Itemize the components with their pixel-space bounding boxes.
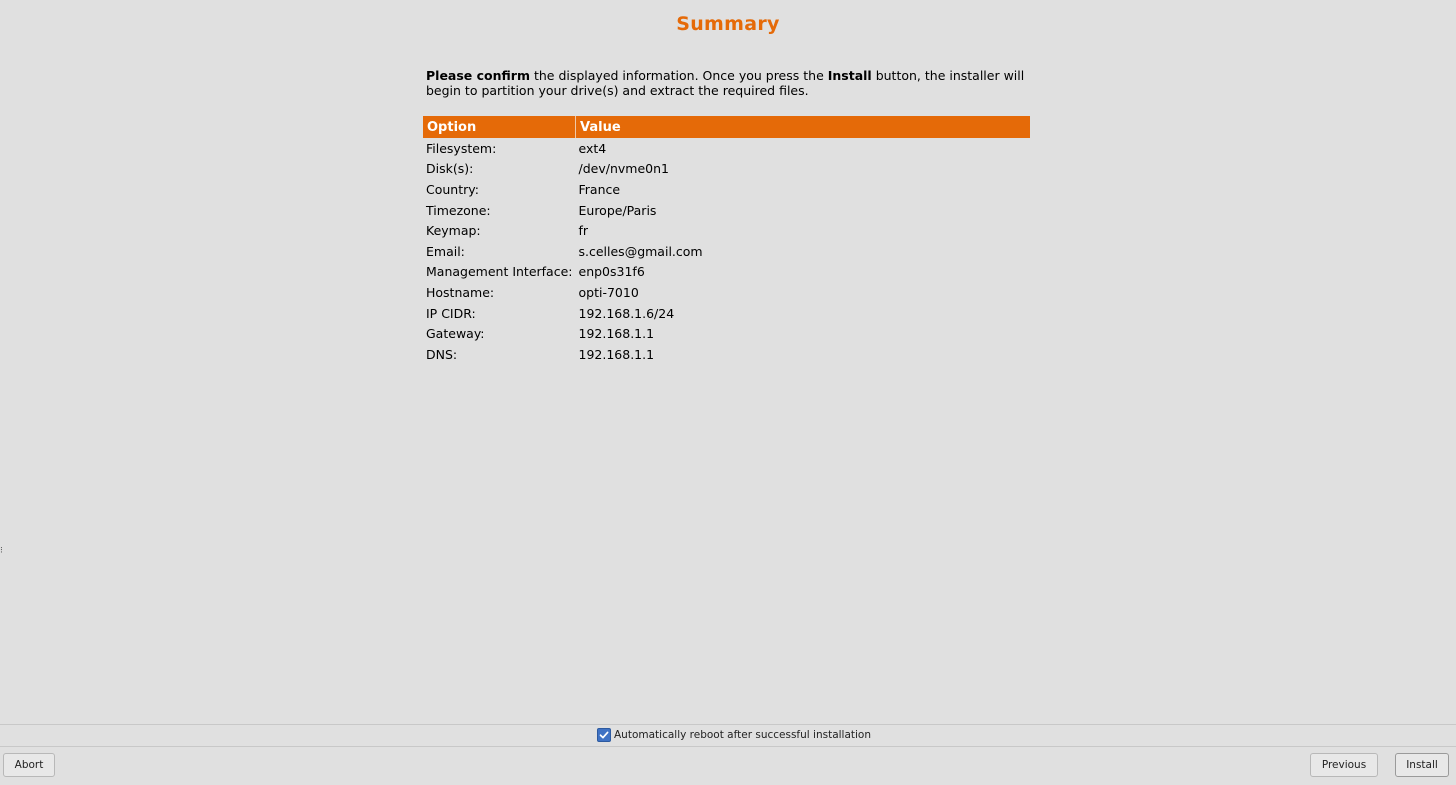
table-row-dns: DNS: 192.168.1.1 <box>423 344 1030 365</box>
table-row-hostname: Hostname: opti-7010 <box>423 282 1030 303</box>
table-row-timezone: Timezone: Europe/Paris <box>423 200 1030 221</box>
option-cell: Disk(s): <box>426 161 474 177</box>
option-cell: Hostname: <box>426 284 495 300</box>
intro-text-part1: the displayed information. Once you pres… <box>529 68 828 83</box>
value-cell: enp0s31f6 <box>578 264 645 280</box>
option-cell: Country: <box>426 181 479 197</box>
column-header-value: Value <box>575 116 1030 138</box>
option-cell: Gateway: <box>426 326 485 342</box>
option-cell: DNS: <box>426 346 458 362</box>
value-cell: France <box>578 181 621 197</box>
page-title: Summary <box>676 13 780 35</box>
value-cell: Europe/Paris <box>578 202 657 218</box>
value-cell: ext4 <box>578 140 607 156</box>
abort-button[interactable]: Abort <box>3 753 55 777</box>
summary-table: Option Value Filesystem: ext4 Disk(s): /… <box>423 116 1030 365</box>
table-row-disks: Disk(s): /dev/nvme0n1 <box>423 159 1030 180</box>
table-row-filesystem: Filesystem: ext4 <box>423 138 1030 159</box>
reboot-checkbox[interactable]: Automatically reboot after successful in… <box>597 728 871 742</box>
column-header-option: Option <box>423 116 576 138</box>
options-bar: Automatically reboot after successful in… <box>0 724 1456 747</box>
option-cell: Management Interface: <box>426 264 573 280</box>
value-cell: opti-7010 <box>578 284 639 300</box>
checkbox-checked-icon[interactable] <box>597 728 611 742</box>
reboot-label: Automatically reboot after successful in… <box>614 729 872 741</box>
value-cell: 192.168.1.1 <box>578 326 655 342</box>
option-cell: Keymap: <box>426 223 481 239</box>
intro-bold-confirm: Please confirm <box>426 68 530 83</box>
table-header-row: Option Value <box>423 116 1030 138</box>
option-cell: IP CIDR: <box>426 305 476 321</box>
intro-bold-install: Install <box>827 68 872 83</box>
intro-text: Please confirm the displayed information… <box>426 68 1026 98</box>
value-cell: /dev/nvme0n1 <box>578 161 669 177</box>
table-row-gateway: Gateway: 192.168.1.1 <box>423 323 1030 344</box>
value-cell: 192.168.1.6/24 <box>578 305 675 321</box>
value-cell: fr <box>578 223 589 239</box>
table-row-keymap: Keymap: fr <box>423 220 1030 241</box>
value-cell: 192.168.1.1 <box>578 346 655 362</box>
table-row-email: Email: s.celles@gmail.com <box>423 241 1030 262</box>
option-cell: Timezone: <box>426 202 491 218</box>
resize-handle-icon[interactable]: ⁝ <box>0 546 3 556</box>
previous-button[interactable]: Previous <box>1310 753 1378 777</box>
table-row-country: Country: France <box>423 179 1030 200</box>
option-cell: Filesystem: <box>426 140 497 156</box>
table-row-ip-cidr: IP CIDR: 192.168.1.6/24 <box>423 303 1030 324</box>
value-cell: s.celles@gmail.com <box>578 243 703 259</box>
table-row-management-interface: Management Interface: enp0s31f6 <box>423 262 1030 283</box>
option-cell: Email: <box>426 243 465 259</box>
install-button[interactable]: Install <box>1395 753 1449 777</box>
